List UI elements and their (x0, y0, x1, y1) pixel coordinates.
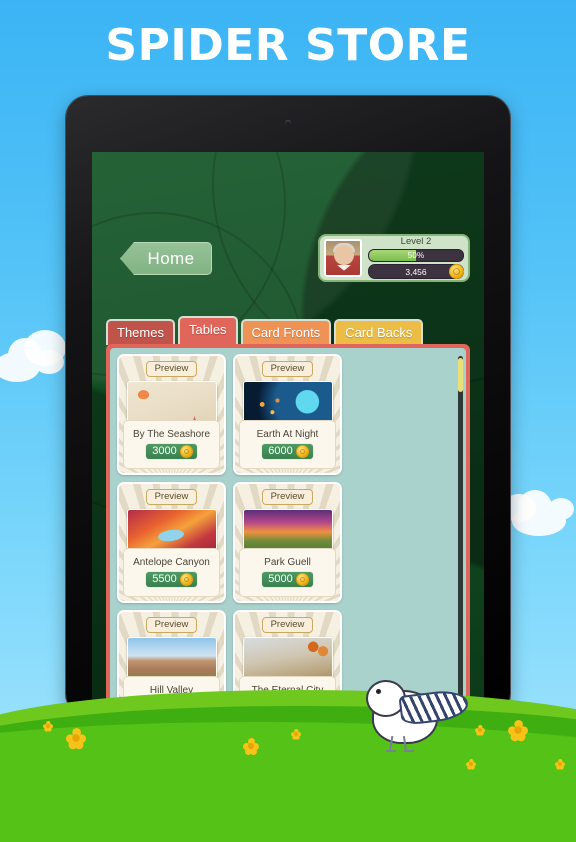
grass-hill-front (0, 722, 576, 842)
white-bird-icon (366, 676, 470, 753)
avatar-face (334, 245, 354, 265)
buy-price-button[interactable]: 5000 (261, 571, 314, 588)
gold-coin-icon (179, 445, 193, 458)
preview-button[interactable]: Preview (145, 361, 198, 377)
yellow-flower-icon (555, 759, 565, 770)
item-name: Earth At Night (256, 429, 319, 440)
yellow-flower-icon (466, 759, 476, 770)
store-tabs[interactable]: Themes Tables Card Fronts Card Backs (106, 316, 424, 345)
player-panel[interactable]: Level 2 50% 3,456 (318, 234, 470, 282)
item-name: Antelope Canyon (133, 557, 210, 568)
avatar-collar (337, 265, 351, 271)
store-item-card[interactable]: Preview Antelope Canyon 5500 (117, 482, 226, 603)
yellow-flower-icon (66, 728, 86, 750)
store-item-card[interactable]: Preview Park Guell 5000 (233, 482, 342, 603)
home-button[interactable]: Home (120, 242, 212, 275)
item-price: 5000 (268, 573, 293, 585)
game-screen: Home Level 2 50% 3,456 Themes Tables Car… (92, 152, 484, 712)
buy-price-button[interactable]: 5500 (145, 571, 198, 588)
gold-coin-icon (449, 264, 464, 279)
player-level-label: Level 2 (400, 236, 432, 247)
item-price: 3000 (152, 445, 177, 457)
tablet-device: Home Level 2 50% 3,456 Themes Tables Car… (66, 96, 510, 716)
tab-card-fronts[interactable]: Card Fronts (240, 319, 332, 345)
tab-themes[interactable]: Themes (106, 319, 175, 345)
avatar[interactable] (324, 239, 362, 277)
tab-card-backs[interactable]: Card Backs (334, 319, 424, 345)
scrollbar-thumb[interactable] (458, 358, 463, 392)
store-scroll-area[interactable]: Preview By The Seashore 3000 Preview Earth A… (110, 348, 466, 712)
store-item-card[interactable]: Preview Earth At Night 6000 (233, 354, 342, 475)
gold-coin-icon (295, 445, 309, 458)
preview-button[interactable]: Preview (261, 617, 314, 633)
preview-button[interactable]: Preview (261, 489, 314, 505)
cloud-icon (512, 490, 574, 536)
coin-balance: 3,456 (368, 264, 464, 279)
item-info: Earth At Night 6000 (239, 420, 336, 469)
buy-price-button[interactable]: 3000 (145, 443, 198, 460)
yellow-flower-icon (291, 729, 301, 740)
item-name: Park Guell (264, 557, 311, 568)
preview-button[interactable]: Preview (145, 489, 198, 505)
tab-tables[interactable]: Tables (177, 316, 238, 345)
item-price: 6000 (268, 445, 293, 457)
item-price: 5500 (152, 573, 177, 585)
item-info: By The Seashore 3000 (123, 420, 220, 469)
store-item-card[interactable]: Preview By The Seashore 3000 (117, 354, 226, 475)
camera-icon (285, 120, 291, 126)
preview-button[interactable]: Preview (145, 617, 198, 633)
item-info: Antelope Canyon 5500 (123, 548, 220, 597)
yellow-flower-icon (43, 721, 53, 732)
home-button-label: Home (147, 248, 195, 268)
store-item-grid: Preview By The Seashore 3000 Preview Earth A… (117, 354, 456, 712)
item-name: By The Seashore (132, 429, 211, 440)
scrollbar[interactable] (458, 356, 463, 710)
yellow-flower-icon (475, 725, 485, 736)
xp-progress-label: 50% (407, 251, 425, 260)
preview-button[interactable]: Preview (261, 361, 314, 377)
buy-price-button[interactable]: 6000 (261, 443, 314, 460)
store-panel: Preview By The Seashore 3000 Preview Earth A… (106, 344, 470, 712)
yellow-flower-icon (508, 720, 528, 742)
yellow-flower-icon (243, 738, 259, 755)
xp-progress-bar: 50% (368, 249, 464, 262)
gold-coin-icon (295, 573, 309, 586)
item-info: Park Guell 5000 (239, 548, 336, 597)
gold-coin-icon (179, 573, 193, 586)
page-title: SPIDER STORE (105, 20, 471, 71)
coin-balance-label: 3,456 (405, 266, 427, 277)
